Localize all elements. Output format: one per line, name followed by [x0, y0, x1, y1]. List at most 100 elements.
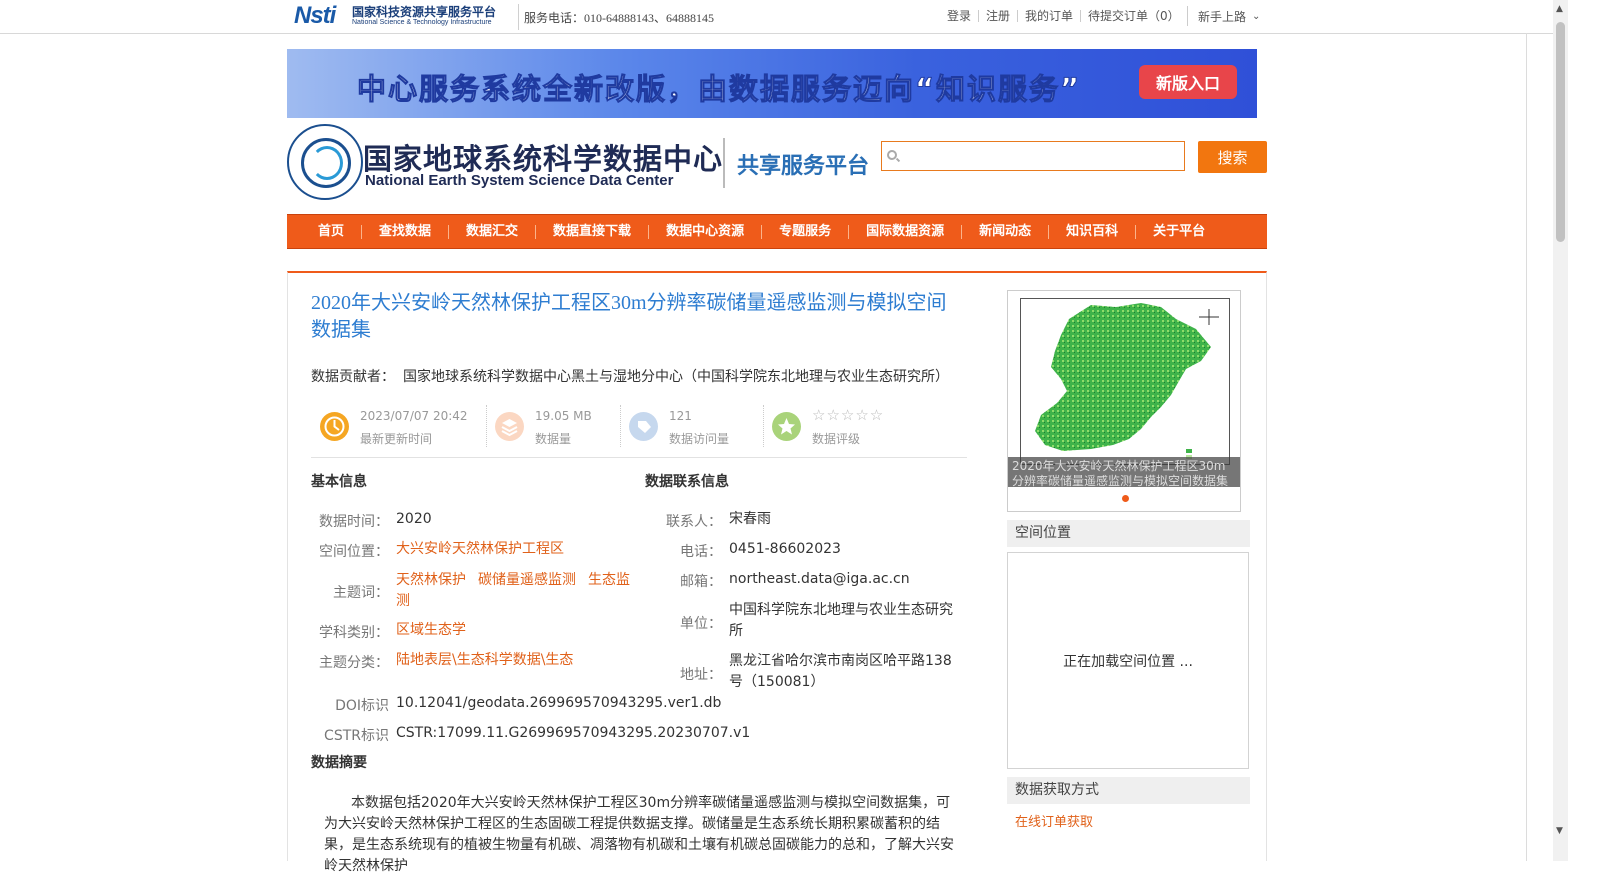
preview-map-image[interactable] [1020, 298, 1230, 465]
search-box [881, 141, 1185, 171]
discipline-label: 学科类别： [319, 625, 389, 641]
pending-orders-link[interactable]: 待提交订单（0） [1080, 10, 1187, 22]
search-input[interactable] [904, 145, 1178, 169]
stats-bar: 2023/07/07 20:42 最新更新时间 19.05 MB 数据量 121… [311, 403, 967, 458]
nav-knowledge[interactable]: 知识百科 [1048, 224, 1135, 239]
main-nav: 首页 查找数据 数据汇交 数据直接下载 数据中心资源 专题服务 国际数据资源 新… [287, 214, 1267, 249]
register-link[interactable]: 注册 [978, 10, 1017, 22]
nsti-logo-mark: Nsti [294, 2, 336, 29]
nsti-logo-en: National Science & Technology Infrastruc… [352, 19, 492, 26]
category-label: 主题分类： [319, 655, 389, 671]
stat-visits: 121 数据访问量 [620, 403, 763, 451]
nav-find-data[interactable]: 查找数据 [361, 224, 448, 239]
stat-rating: ☆☆☆☆☆ 数据评级 [763, 403, 963, 451]
spatial-map-panel[interactable]: 正在加载空间位置 ... [1007, 552, 1249, 769]
updated-value: 2023/07/07 20:42 [360, 409, 468, 423]
phone-value: 0451-86602023 [729, 541, 841, 557]
phone-label: 电话： [680, 544, 722, 560]
nav-international-resources[interactable]: 国际数据资源 [848, 224, 961, 239]
updated-label: 最新更新时间 [360, 432, 433, 446]
nsti-logo-cn: 国家科技资源共享服务平台 [352, 5, 497, 19]
nav-data-submit[interactable]: 数据汇交 [448, 224, 535, 239]
email-label: 邮箱： [680, 574, 722, 590]
preview-carousel[interactable]: 2020年大兴安岭天然林保护工程区30m分辨率碳储量遥感监测与模拟空间数据集 [1007, 290, 1241, 512]
abstract-text: 本数据包括2020年大兴安岭天然林保护工程区30m分辨率碳储量遥感监测与模拟空间… [324, 795, 954, 874]
page-border [1526, 33, 1527, 861]
rating-label: 数据评级 [812, 432, 861, 446]
spatial-loading-text: 正在加载空间位置 ... [1063, 653, 1193, 670]
clock-icon [320, 412, 349, 441]
size-label: 数据量 [535, 432, 572, 446]
visits-value: 121 [669, 409, 692, 423]
data-time-label: 数据时间： [319, 514, 389, 530]
dataset-title: 2020年大兴安岭天然林保护工程区30m分辨率碳储量遥感监测与模拟空间数据集 [311, 292, 947, 341]
cstr-value: CSTR:17099.11.G269969570943295.20230707.… [396, 725, 751, 741]
nav-direct-download[interactable]: 数据直接下载 [535, 224, 648, 239]
new-version-button[interactable]: 新版入口 [1139, 65, 1237, 99]
carousel-dot[interactable] [1122, 495, 1129, 502]
contact-person-label: 联系人： [666, 514, 722, 530]
cstr-label: CSTR标识 [324, 728, 389, 744]
nav-home[interactable]: 首页 [301, 224, 361, 239]
search-icon [887, 150, 897, 160]
data-time-value: 2020 [396, 511, 432, 527]
layers-icon [495, 412, 524, 441]
unit-value: 中国科学院东北地理与农业生态研究所 [729, 602, 953, 639]
visits-label: 数据访问量 [669, 432, 730, 446]
unit-label: 单位： [680, 616, 722, 632]
location-label: 空间位置： [319, 544, 389, 560]
chevron-down-icon: ⌄ [1252, 10, 1261, 22]
nsti-logo[interactable]: Nsti 国家科技资源共享服务平台 National Science & Tec… [294, 2, 516, 30]
rating-stars[interactable]: ☆☆☆☆☆ [812, 406, 884, 424]
data-center-logo[interactable]: 国家地球系统科学数据中心 National Earth System Scien… [287, 124, 870, 200]
category-link[interactable]: 陆地表层\生态科学数据\生态 [396, 650, 573, 671]
keyword-link[interactable]: 碳储量遥感监测 [478, 572, 576, 588]
online-order-link[interactable]: 在线订单获取 [1015, 811, 1093, 830]
location-link[interactable]: 大兴安岭天然林保护工程区 [396, 539, 564, 560]
data-center-name-en: National Earth System Science Data Cente… [365, 172, 674, 189]
address-value: 黑龙江省哈尔滨市南岗区哈平路138号（150081） [729, 653, 952, 690]
preview-caption: 2020年大兴安岭天然林保护工程区30m分辨率碳储量遥感监测与模拟空间数据集 [1008, 457, 1240, 487]
basic-info-heading: 基本信息 [311, 474, 367, 490]
address-label: 地址： [680, 667, 722, 683]
contributor-label: 数据贡献者： [311, 369, 395, 385]
stat-size: 19.05 MB 数据量 [486, 403, 621, 451]
divider [518, 4, 519, 30]
size-value: 19.05 MB [535, 409, 592, 423]
discipline-link[interactable]: 区域生态学 [396, 620, 466, 641]
nav-news[interactable]: 新闻动态 [961, 224, 1048, 239]
announcement-banner[interactable]: 中心服务系统全新改版，由数据服务迈向“知识服务” 新版入口 [287, 49, 1257, 118]
stat-updated: 2023/07/07 20:42 最新更新时间 [311, 403, 486, 451]
doi-label: DOI标识 [335, 698, 389, 714]
banner-text: 中心服务系统全新改版，由数据服务迈向“知识服务” [356, 72, 1082, 107]
keyword-link[interactable]: 天然林保护 [396, 572, 466, 588]
service-hotline: 服务电话：010-64888143、64888145 [524, 11, 714, 25]
scroll-up-icon[interactable]: ▲ [1556, 4, 1563, 14]
top-bar: Nsti 国家科技资源共享服务平台 National Science & Tec… [0, 0, 1555, 34]
my-orders-link[interactable]: 我的订单 [1017, 10, 1080, 22]
scroll-down-icon[interactable]: ▼ [1556, 826, 1563, 836]
contributor-line: 数据贡献者： 国家地球系统科学数据中心黑土与湿地分中心（中国科学院东北地理与农业生… [311, 366, 949, 386]
keywords-label: 主题词： [333, 585, 389, 601]
contact-person-value: 宋春雨 [729, 511, 771, 527]
divider [723, 138, 725, 188]
tag-icon [629, 412, 658, 441]
nav-about[interactable]: 关于平台 [1135, 224, 1222, 239]
beginner-guide-dropdown[interactable]: 新手上路 ⌄ [1187, 6, 1260, 26]
contact-info-heading: 数据联系信息 [645, 474, 729, 490]
top-links: 登录 注册 我的订单 待提交订单（0） [940, 10, 1187, 22]
data-center-seal-icon [287, 124, 363, 200]
star-icon [772, 412, 801, 441]
vertical-scrollbar[interactable]: ▲ ▼ [1553, 0, 1568, 861]
abstract-heading: 数据摘要 [311, 755, 367, 771]
nav-center-resources[interactable]: 数据中心资源 [648, 224, 761, 239]
doi-value: 10.12041/geodata.269969570943295.ver1.db [396, 695, 722, 711]
spatial-heading: 空间位置 [1007, 520, 1250, 547]
platform-name: 共享服务平台 [737, 154, 870, 179]
scrollbar-thumb[interactable] [1556, 22, 1565, 242]
nav-thematic-services[interactable]: 专题服务 [761, 224, 848, 239]
search-button[interactable]: 搜索 [1198, 141, 1267, 173]
contributor-value: 国家地球系统科学数据中心黑土与湿地分中心（中国科学院东北地理与农业生态研究所） [403, 369, 949, 385]
email-value: northeast.data@iga.ac.cn [729, 571, 910, 587]
login-link[interactable]: 登录 [940, 10, 978, 22]
